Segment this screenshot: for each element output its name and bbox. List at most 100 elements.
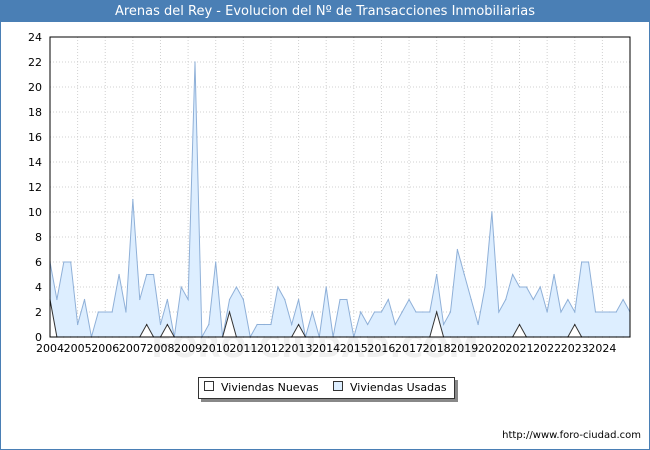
series-usadas-point	[463, 273, 465, 276]
y-tick-label: 22	[28, 56, 42, 69]
x-tick-label: 2015	[340, 342, 368, 355]
footer-url: http://www.foro-ciudad.com	[502, 430, 641, 441]
series-usadas-point	[387, 298, 389, 301]
series-usadas-point	[208, 323, 210, 326]
y-tick-label: 16	[28, 131, 42, 144]
series-usadas-point	[512, 273, 514, 276]
series-usadas-point	[70, 261, 72, 263]
series-usadas-point	[491, 211, 493, 213]
series-usadas-point	[256, 323, 258, 326]
series-usadas-point	[194, 61, 196, 63]
series-usadas-point	[166, 298, 168, 301]
series-nuevas-point	[297, 323, 300, 326]
series-usadas-point	[484, 286, 486, 288]
series-usadas-point	[442, 323, 445, 326]
x-tick-label: 2022	[533, 342, 561, 355]
series-usadas-point	[187, 298, 189, 301]
series-usadas-point	[546, 311, 548, 313]
series-usadas-point	[449, 311, 452, 313]
series-usadas-point	[277, 286, 279, 288]
y-tick-label: 10	[28, 206, 42, 219]
series-usadas-point	[235, 286, 238, 288]
x-tick-label: 2007	[119, 342, 147, 355]
series-usadas-point	[339, 298, 341, 301]
series-usadas-point	[525, 286, 528, 288]
y-tick-label: 18	[28, 106, 42, 119]
y-tick-label: 14	[28, 156, 42, 169]
series-nuevas-point	[146, 323, 148, 326]
series-usadas-point	[408, 298, 410, 301]
series-usadas-point	[567, 298, 569, 301]
series-usadas-point	[581, 261, 583, 263]
series-usadas-point	[56, 298, 58, 301]
x-tick-label: 2010	[202, 342, 230, 355]
series-usadas-point	[104, 311, 106, 313]
x-tick-label: 2019	[450, 342, 478, 355]
x-tick-label: 2011	[229, 342, 257, 355]
x-tick-label: 2008	[146, 342, 174, 355]
x-tick-label: 2016	[367, 342, 395, 355]
series-usadas-point	[297, 298, 300, 301]
y-tick-label: 12	[28, 181, 42, 194]
series-usadas-point	[263, 323, 265, 326]
series-usadas-point	[587, 261, 590, 263]
series-usadas-point	[436, 273, 438, 276]
series-usadas-point	[146, 273, 148, 276]
legend-label-nuevas: Viviendas Nuevas	[221, 381, 319, 394]
legend: Viviendas Nuevas Viviendas Usadas	[198, 377, 455, 399]
x-tick-label: 2021	[506, 342, 534, 355]
series-usadas-point	[574, 311, 576, 313]
series-usadas-point	[311, 311, 313, 313]
series-usadas-point	[401, 311, 403, 313]
series-usadas-point	[139, 298, 141, 301]
series-nuevas-point	[518, 323, 521, 326]
series-usadas-point	[601, 311, 603, 313]
series-usadas-point	[291, 323, 293, 326]
x-tick-label: 2006	[91, 342, 119, 355]
series-usadas-point	[498, 311, 500, 313]
series-usadas-point	[325, 286, 327, 288]
series-usadas-point	[594, 311, 597, 313]
x-tick-label: 2012	[257, 342, 285, 355]
series-nuevas-point	[166, 323, 168, 326]
series-usadas-point	[284, 298, 286, 301]
x-tick-label: 2009	[174, 342, 202, 355]
series-usadas-point	[560, 311, 562, 313]
series-usadas-point	[429, 311, 431, 313]
series-usadas-point	[394, 323, 396, 326]
series-usadas-point	[532, 298, 534, 301]
series-usadas-point	[83, 298, 86, 301]
series-usadas-point	[97, 311, 99, 313]
series-usadas-point	[477, 323, 479, 326]
legend-swatch-nuevas	[204, 381, 214, 391]
legend-label-usadas: Viviendas Usadas	[350, 381, 447, 394]
series-usadas-point	[152, 273, 155, 276]
series-nuevas-point	[436, 311, 438, 313]
series-usadas-point	[456, 248, 458, 251]
series-usadas-point	[380, 311, 383, 313]
series-usadas-point	[615, 311, 617, 313]
series-usadas-point	[228, 298, 231, 301]
series-usadas-point	[159, 323, 162, 326]
series-usadas-point	[63, 261, 65, 263]
x-tick-label: 2018	[423, 342, 451, 355]
y-tick-label: 8	[35, 231, 42, 244]
legend-swatch-usadas	[333, 381, 343, 391]
x-tick-label: 2020	[478, 342, 506, 355]
series-usadas-point	[215, 261, 217, 263]
x-tick-label: 2004	[36, 342, 64, 355]
x-tick-label: 2005	[64, 342, 92, 355]
x-tick-label: 2023	[561, 342, 589, 355]
series-usadas-point	[125, 311, 127, 313]
series-nuevas-point	[574, 323, 576, 326]
series-usadas-point	[180, 286, 182, 288]
x-tick-label: 2024	[588, 342, 616, 355]
series-usadas-point	[111, 311, 113, 313]
series-usadas-point	[77, 323, 79, 326]
series-nuevas-point	[228, 311, 231, 313]
series-usadas-point	[270, 323, 272, 326]
series-usadas-point	[470, 298, 472, 301]
x-tick-label: 2013	[285, 342, 313, 355]
x-tick-label: 2014	[312, 342, 340, 355]
series-usadas-point	[360, 311, 362, 313]
